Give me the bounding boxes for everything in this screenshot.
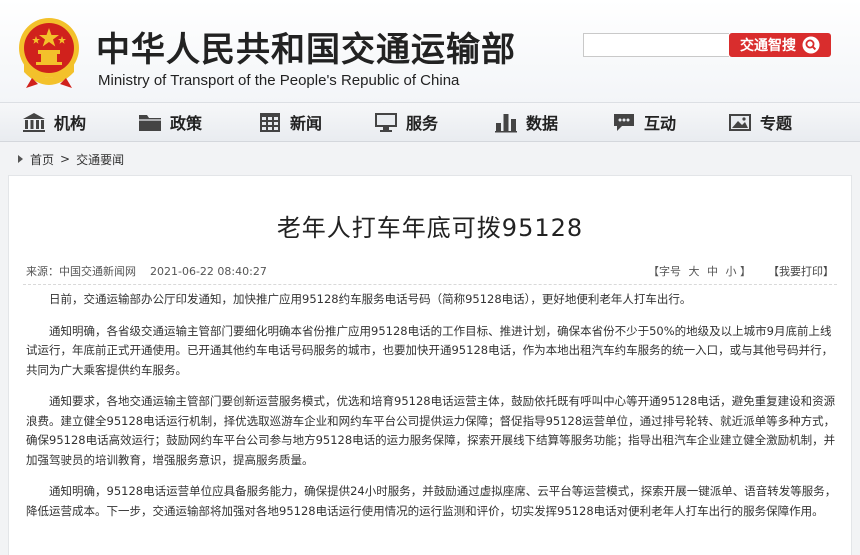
article-date: 2021-06-22 08:40:27 <box>150 265 267 278</box>
nav-item-topics[interactable]: 专题 <box>728 103 792 141</box>
breadcrumb-home-link[interactable]: 首页 <box>30 151 54 168</box>
article-paragraph: 日前，交通运输部办公厅印发通知，加快推广应用95128约车服务电话号码（简称95… <box>49 292 692 306</box>
article-source: 来源：中国交通新闻网 <box>26 265 136 278</box>
nav-label: 专题 <box>760 114 793 133</box>
breadcrumb-arrow-icon <box>18 155 23 163</box>
article-paragraph: 通知明确，95128电话运营单位应具备服务能力，确保提供24小时服务，并鼓励通过… <box>26 484 837 518</box>
nav-item-institutions[interactable]: 机构 <box>22 103 86 141</box>
article-paragraph: 通知明确，各省级交通运输主管部门要细化明确本省份推广应用95128电话的工作目标… <box>26 323 834 377</box>
breadcrumb-current-link[interactable]: 交通要闻 <box>76 151 124 168</box>
meta-divider <box>23 284 837 285</box>
breadcrumb-separator: > <box>60 152 71 166</box>
nav-label: 新闻 <box>290 114 323 133</box>
nav-label: 机构 <box>54 114 87 133</box>
font-size-close: 】 <box>740 265 751 278</box>
article-title: 老年人打车年底可拨95128 <box>276 214 584 242</box>
article-meta: 来源：中国交通新闻网 2021-06-22 08:40:27 【字号 大 中 小 … <box>26 263 834 279</box>
search-button[interactable]: 交通智搜 <box>729 33 831 57</box>
site-header: 中华人民共和国交通运输部 Ministry of Transport of th… <box>0 0 860 102</box>
bar-chart-icon <box>495 114 517 133</box>
building-icon <box>23 113 45 132</box>
article-tools: 【字号 大 中 小 】 【我要打印】 <box>648 263 834 279</box>
national-emblem-icon <box>19 18 79 88</box>
folder-icon <box>139 115 161 131</box>
nav-item-interaction[interactable]: 互动 <box>612 103 676 141</box>
nav-label: 政策 <box>170 114 203 133</box>
font-size-small-link[interactable]: 小 <box>726 265 737 278</box>
nav-item-data[interactable]: 数据 <box>494 103 558 141</box>
article-meta-left: 来源：中国交通新闻网 2021-06-22 08:40:27 <box>26 263 267 279</box>
nav-item-services[interactable]: 服务 <box>374 103 438 141</box>
search-icon <box>802 36 820 54</box>
monitor-icon <box>375 113 397 132</box>
font-size-large-link[interactable]: 大 <box>689 265 700 278</box>
nav-item-news[interactable]: 新闻 <box>258 103 322 141</box>
search-button-label: 交通智搜 <box>740 38 796 54</box>
site-title-cn: 中华人民共和国交通运输部 <box>96 30 516 70</box>
article-panel: 老年人打车年底可拨95128 来源：中国交通新闻网 2021-06-22 08:4… <box>8 175 852 555</box>
nav-item-policy[interactable]: 政策 <box>138 103 202 141</box>
print-link[interactable]: 【我要打印】 <box>768 265 834 278</box>
site-title-en: Ministry of Transport of the People's Re… <box>98 72 460 89</box>
search-input[interactable] <box>583 33 729 57</box>
chat-bubble-icon <box>614 114 634 131</box>
font-size-medium-link[interactable]: 中 <box>707 265 718 278</box>
breadcrumb: 首页 > 交通要闻 <box>18 150 124 168</box>
article-body: 日前，交通运输部办公厅印发通知，加快推广应用95128约车服务电话号码（简称95… <box>26 290 840 533</box>
calendar-grid-icon <box>260 113 280 132</box>
article-paragraph: 通知要求，各地交通运输主管部门要创新运营服务模式，优选和培育95128电话运营主… <box>26 394 836 467</box>
nav-label: 服务 <box>406 114 439 133</box>
nav-label: 数据 <box>526 114 559 133</box>
nav-label: 互动 <box>644 114 677 133</box>
picture-icon <box>729 114 751 131</box>
main-nav: 机构 政策 新闻 服务 数据 互动 专题 <box>0 102 860 142</box>
font-size-label: 【字号 <box>648 265 681 278</box>
